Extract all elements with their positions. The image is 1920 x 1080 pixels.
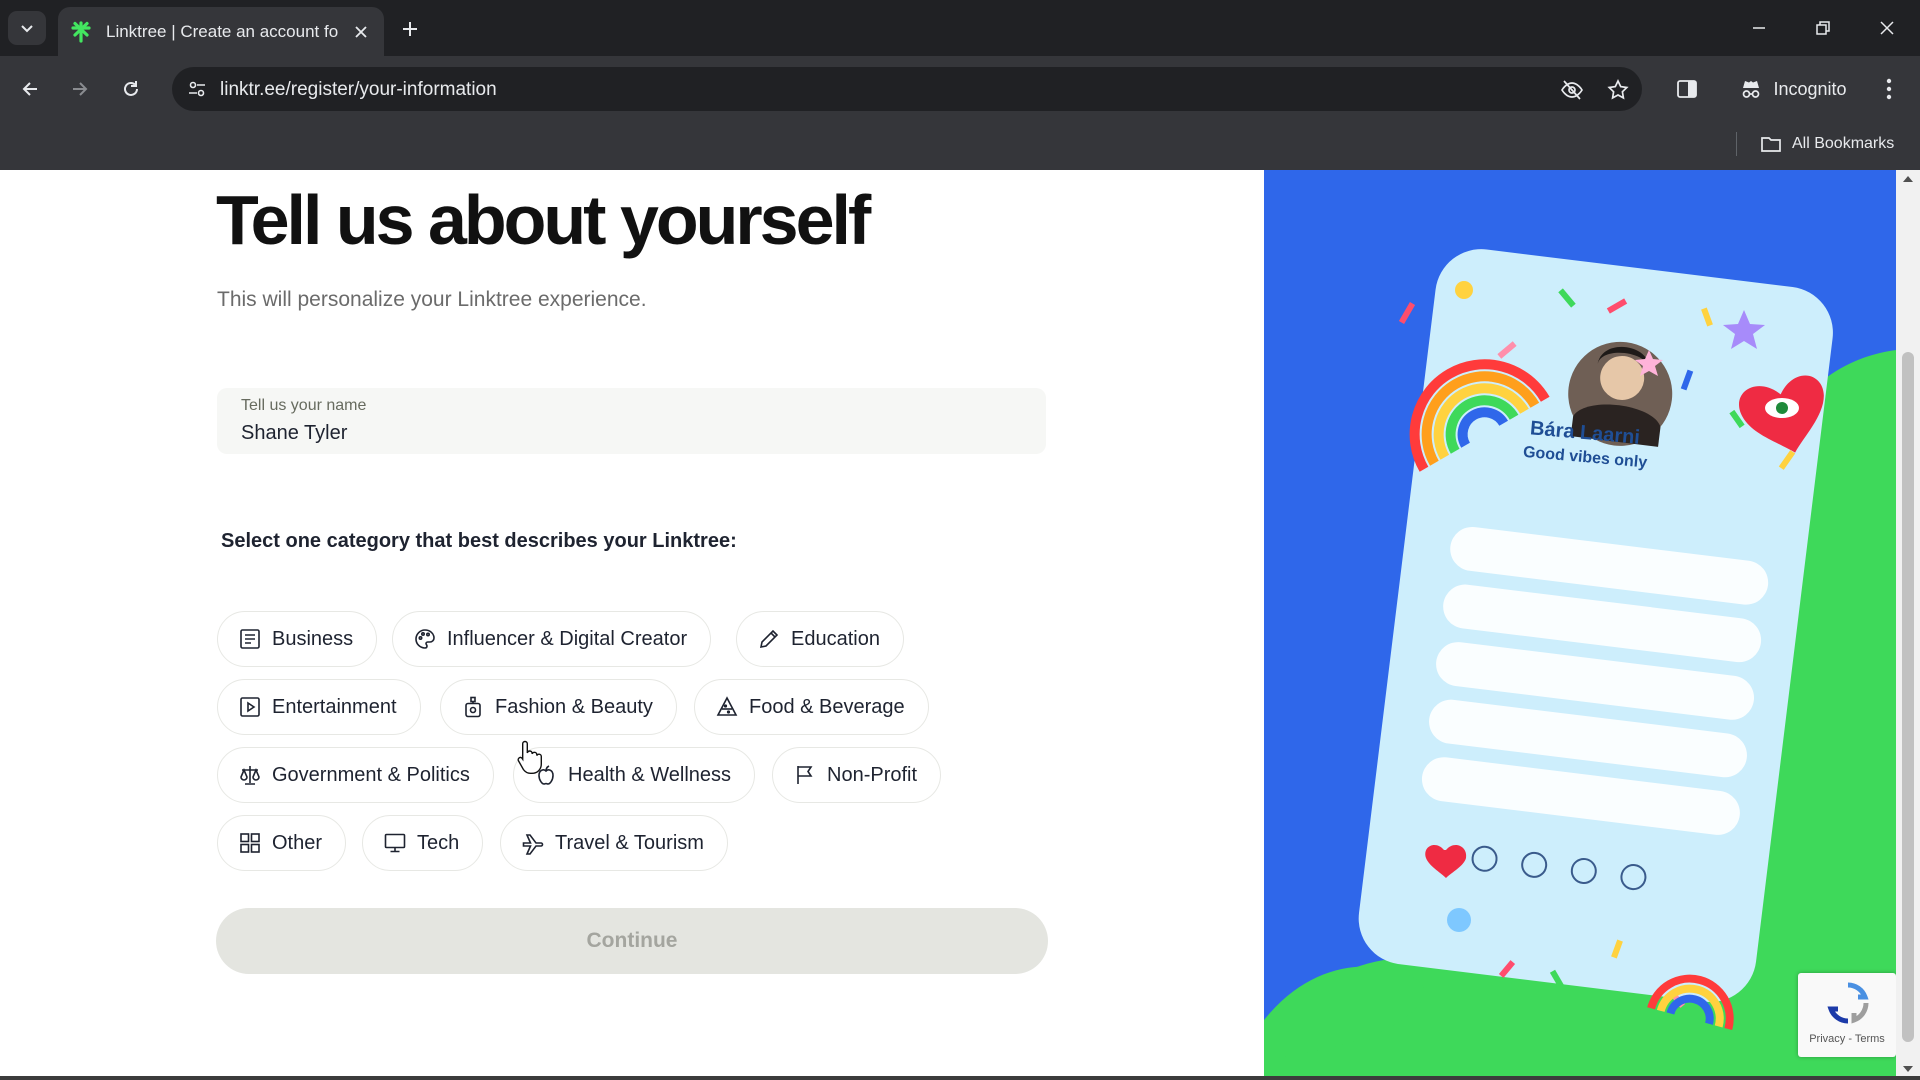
profile-preview-illustration: Bára Laarni Good vibes only [1264,170,1896,1080]
side-panel-button[interactable] [1668,70,1706,108]
recaptcha-badge[interactable]: Privacy - Terms [1798,973,1896,1057]
address-bar[interactable]: linktr.ee/register/your-information [172,67,1642,111]
new-tab-button[interactable] [394,13,426,45]
category-health-button[interactable]: Health & Wellness [513,747,756,803]
illustration-graphic [1264,249,1896,1080]
category-travel-button[interactable]: Travel & Tourism [500,815,728,871]
incognito-profile-button[interactable]: Incognito [1728,64,1858,114]
all-bookmarks-label: All Bookmarks [1792,135,1895,152]
category-prompt: Select one category that best describes … [221,530,737,552]
tab-close-button[interactable] [348,19,374,45]
flag-icon [797,766,813,784]
category-label: Health & Wellness [568,763,732,786]
browser-toolbar: linktr.ee/register/your-information Inco… [0,56,1920,122]
chevron-down-icon [21,25,33,33]
close-window-button[interactable] [1856,0,1918,56]
category-label: Other [272,831,323,854]
category-nonprofit-button[interactable]: Non-Profit [772,747,942,803]
tab-search-button[interactable] [8,11,46,45]
category-label: Education [791,627,880,650]
tune-icon [189,81,205,97]
pencil-icon [759,629,779,649]
category-label: Government & Politics [272,763,470,786]
star-icon [1607,79,1629,100]
plus-icon [403,22,417,36]
category-label: Influencer & Digital Creator [447,627,688,650]
name-field-value[interactable]: Shane Tyler [241,422,347,445]
url-text: linktr.ee/register/your-information [220,79,497,100]
close-icon [1880,21,1894,35]
folder-icon [1761,137,1781,152]
bookmarks-divider [1736,132,1737,156]
forward-button[interactable] [61,70,99,108]
grid-icon [240,833,260,853]
category-tech-button[interactable]: Tech [362,815,484,871]
restore-button[interactable] [1792,0,1854,56]
site-info-button[interactable] [180,72,214,106]
name-input-field[interactable]: Tell us your name Shane Tyler [217,388,1046,454]
arrow-left-icon [22,82,37,96]
category-fashion-button[interactable]: Fashion & Beauty [440,679,677,735]
scales-icon [240,766,260,785]
restore-icon [1816,21,1830,35]
minimize-button[interactable] [1728,0,1790,56]
palette-icon [415,629,435,649]
category-food-button[interactable]: Food & Beverage [694,679,929,735]
page-scrollbar[interactable] [1896,170,1920,1080]
perfume-icon [465,696,481,718]
scrollbar-thumb[interactable] [1902,352,1914,1042]
category-entertainment-button[interactable]: Entertainment [217,679,421,735]
recaptcha-links[interactable]: Privacy - Terms [1798,1033,1896,1045]
category-business-button[interactable]: Business [217,611,378,667]
scroll-down-icon[interactable] [1902,1064,1914,1074]
play-icon [240,697,260,717]
bookmark-star-button[interactable] [1602,74,1634,106]
more-vertical-icon [1886,78,1892,100]
reload-button[interactable] [112,70,150,108]
page-subtitle: This will personalize your Linktree expe… [217,288,647,311]
category-label: Business [272,627,354,650]
category-label: Fashion & Beauty [495,695,653,718]
all-bookmarks-button[interactable]: All Bookmarks [1760,130,1894,158]
page-title: Tell us about yourself [216,181,871,259]
registration-form-panel: Tell us about yourself This will persona… [0,170,1264,1080]
category-influencer-button[interactable]: Influencer & Digital Creator [392,611,712,667]
plane-icon [522,834,544,855]
close-icon [355,25,367,38]
monitor-icon [384,833,406,853]
browser-tab-bar: Linktree | Create an account for [0,0,1920,56]
hand-cursor-icon [517,740,542,774]
bookmarks-bar: All Bookmarks [0,122,1920,170]
profile-label: Incognito [1773,78,1847,99]
tracking-protection-button[interactable] [1556,74,1588,106]
category-label: Travel & Tourism [555,831,704,854]
incognito-icon [1743,81,1760,98]
minimize-icon [1753,27,1765,29]
tab-title: Linktree | Create an account for [106,21,338,41]
scroll-up-icon[interactable] [1902,174,1914,184]
category-education-button[interactable]: Education [736,611,904,667]
food-icon [716,696,738,716]
continue-button[interactable]: Continue [216,908,1048,974]
back-button[interactable] [11,70,49,108]
category-label: Entertainment [272,695,397,718]
side-panel-icon [1677,80,1697,98]
category-government-button[interactable]: Government & Politics [217,747,494,803]
business-icon [240,629,260,649]
reload-icon [124,81,138,96]
bottom-edge [0,1076,1920,1080]
arrow-right-icon [73,82,88,96]
page-viewport: Tell us about yourself This will persona… [0,170,1920,1080]
name-field-label: Tell us your name [241,397,367,414]
continue-label: Continue [586,929,678,952]
category-other-button[interactable]: Other [217,815,347,871]
linktree-favicon-icon [71,20,91,43]
category-label: Non-Profit [827,763,918,786]
eye-off-icon [1561,80,1583,100]
recaptcha-icon [1827,982,1869,1024]
category-label: Tech [417,831,460,854]
category-label: Food & Beverage [749,695,905,718]
browser-menu-button[interactable] [1870,70,1908,108]
active-tab[interactable]: Linktree | Create an account for [58,7,384,56]
